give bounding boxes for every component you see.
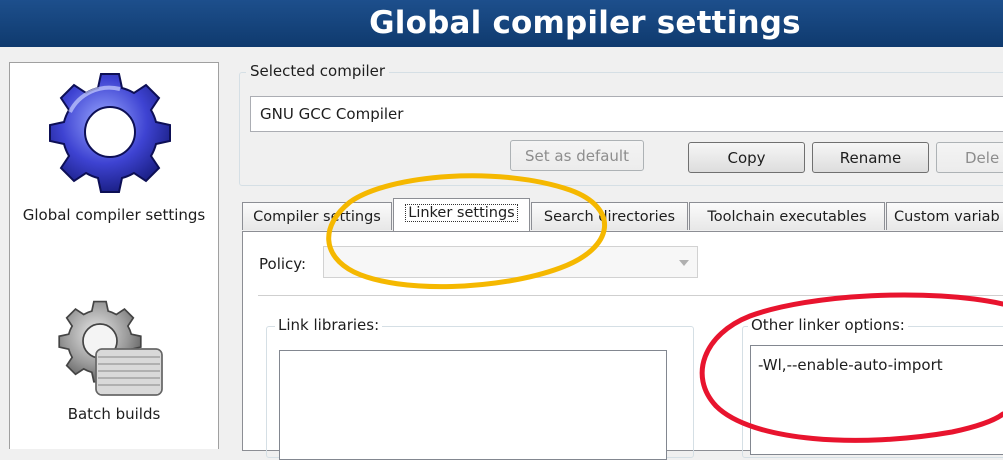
window-title-bar: Global compiler settings xyxy=(0,0,1003,47)
sidebar-item-batch-builds[interactable]: Batch builds xyxy=(10,281,218,449)
selected-compiler-label: Selected compiler xyxy=(246,62,390,80)
tab-custom-variables[interactable]: Custom variab xyxy=(886,202,1003,230)
policy-select[interactable] xyxy=(323,246,698,278)
gear-icon xyxy=(47,69,173,195)
sidebar-item-label: Batch builds xyxy=(67,405,161,423)
link-libraries-list[interactable] xyxy=(279,350,667,460)
tab-toolchain-executables[interactable]: Toolchain executables xyxy=(689,202,885,230)
other-linker-options-value: -Wl,--enable-auto-import xyxy=(758,356,943,374)
copy-button[interactable]: Copy xyxy=(688,142,805,173)
separator xyxy=(258,295,1003,296)
other-linker-options-label: Other linker options: xyxy=(748,316,908,334)
set-as-default-button[interactable]: Set as default xyxy=(510,140,644,171)
tab-linker-settings[interactable]: Linker settings xyxy=(393,198,530,231)
window-title: Global compiler settings xyxy=(369,5,801,41)
compiler-select[interactable]: GNU GCC Compiler xyxy=(250,96,1003,132)
tab-compiler-settings[interactable]: Compiler settings xyxy=(242,202,392,230)
other-linker-options-textarea[interactable]: -Wl,--enable-auto-import xyxy=(750,345,1003,455)
sidebar-item-label: Global compiler settings xyxy=(22,206,206,224)
rename-button[interactable]: Rename xyxy=(812,142,929,173)
delete-button[interactable]: Dele xyxy=(936,142,1003,173)
policy-label: Policy: xyxy=(259,255,307,273)
sidebar-item-global-compiler-settings[interactable]: Global compiler settings xyxy=(10,63,218,253)
compiler-select-value: GNU GCC Compiler xyxy=(260,105,404,123)
tab-search-directories[interactable]: Search directories xyxy=(531,202,688,230)
settings-category-list: Global compiler settings Batch builds xyxy=(9,62,219,449)
tab-label: Linker settings xyxy=(405,204,518,222)
link-libraries-label: Link libraries: xyxy=(275,316,383,334)
chevron-down-icon xyxy=(679,260,689,266)
batch-builds-icon xyxy=(48,297,174,401)
